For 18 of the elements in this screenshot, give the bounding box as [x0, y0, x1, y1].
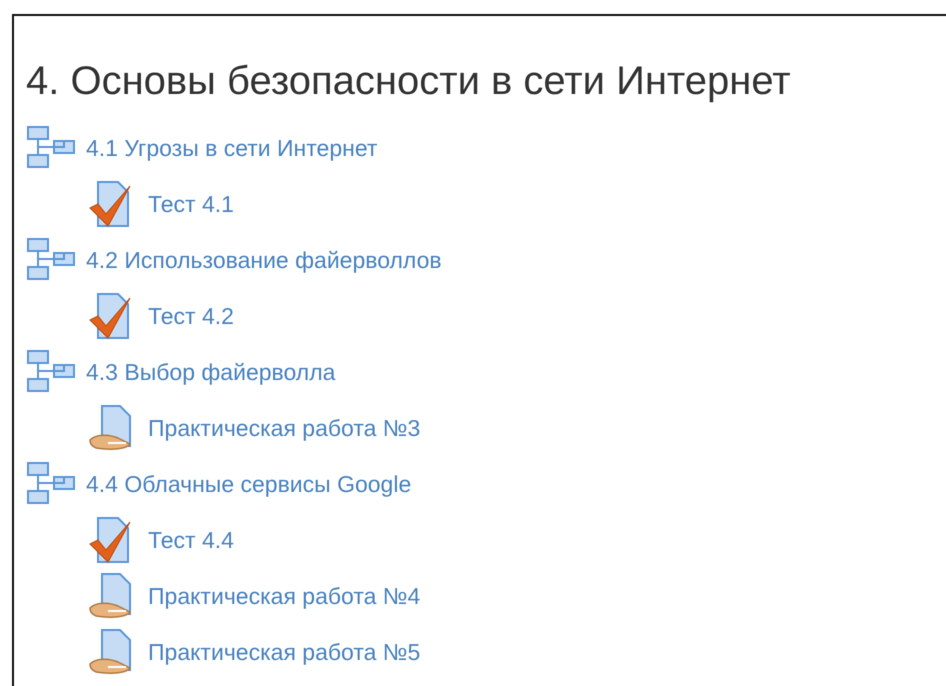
lesson-link[interactable]: 4.1 Угрозы в сети Интернет	[86, 134, 378, 162]
section-title: 4. Основы безопасности в сети Интернет	[26, 58, 792, 105]
lesson-link[interactable]: 4.2 Использование файерволлов	[86, 246, 442, 274]
lesson-icon	[26, 461, 76, 507]
lesson-icon	[26, 125, 76, 171]
lesson-icon	[26, 237, 76, 283]
lesson-link[interactable]: 4.4 Облачные сервисы Google	[86, 470, 412, 498]
quiz-link[interactable]: Тест 4.2	[148, 302, 234, 330]
hand-document-icon	[88, 572, 134, 620]
assignment-link[interactable]: Практическая работа №5	[148, 638, 420, 666]
quiz-link[interactable]: Тест 4.4	[148, 526, 234, 554]
hand-document-icon	[88, 628, 134, 676]
quiz-link[interactable]: Тест 4.1	[148, 190, 234, 218]
assignment-link[interactable]: Практическая работа №4	[148, 582, 420, 610]
hand-document-icon	[88, 404, 134, 452]
lesson-icon	[26, 349, 76, 395]
lesson-link[interactable]: 4.3 Выбор файерволла	[86, 358, 336, 386]
assignment-link[interactable]: Практическая работа №3	[148, 414, 420, 442]
